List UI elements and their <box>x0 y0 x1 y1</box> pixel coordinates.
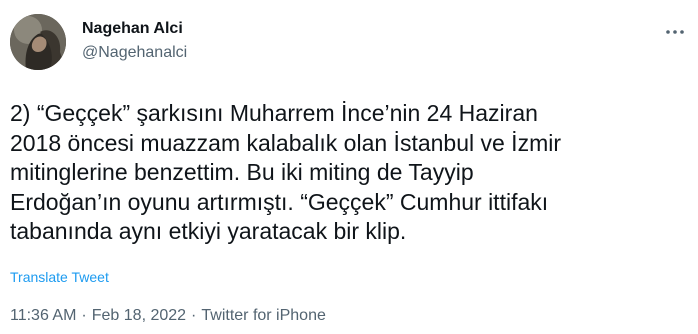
tweet-meta: 11:36 AM · Feb 18, 2022 · Twitter for iPhone <box>10 306 326 326</box>
author-display-name[interactable]: Nagehan Alci <box>82 19 183 39</box>
tweet-text-line: 2) “Geççek” şarkısını Muharrem İnce’nin … <box>10 100 538 126</box>
tweet-card: Nagehan Alci @Nagehanalci 2) “Geççek” şa… <box>0 0 698 334</box>
author-handle[interactable]: @Nagehanalci <box>82 43 187 63</box>
translate-tweet-link[interactable]: Translate Tweet <box>10 268 109 286</box>
tweet-text-line: 2018 öncesi muazzam kalabalık olan İstan… <box>10 129 562 156</box>
tweet-text-line: tabanında aynı etkiyi yaratacak bir klip… <box>10 218 407 244</box>
more-horizontal-icon[interactable] <box>662 22 688 42</box>
tweet-text-line: Erdoğan’ın oyunu artırmıştı. “Geççek” Cu… <box>10 188 549 215</box>
tweet-source-link[interactable]: Twitter for iPhone <box>201 306 326 326</box>
tweet-text-line: mitinglerine benzettim. Bu iki miting de… <box>10 159 474 185</box>
tweet-time[interactable]: 11:36 AM <box>10 306 76 326</box>
tweet-text: 2) “Geççek” şarkısını Muharrem İnce’nin … <box>10 99 650 247</box>
meta-separator: · <box>191 307 197 324</box>
tweet-date[interactable]: Feb 18, 2022 <box>92 306 186 326</box>
meta-separator: · <box>81 307 87 324</box>
avatar[interactable] <box>10 14 66 70</box>
